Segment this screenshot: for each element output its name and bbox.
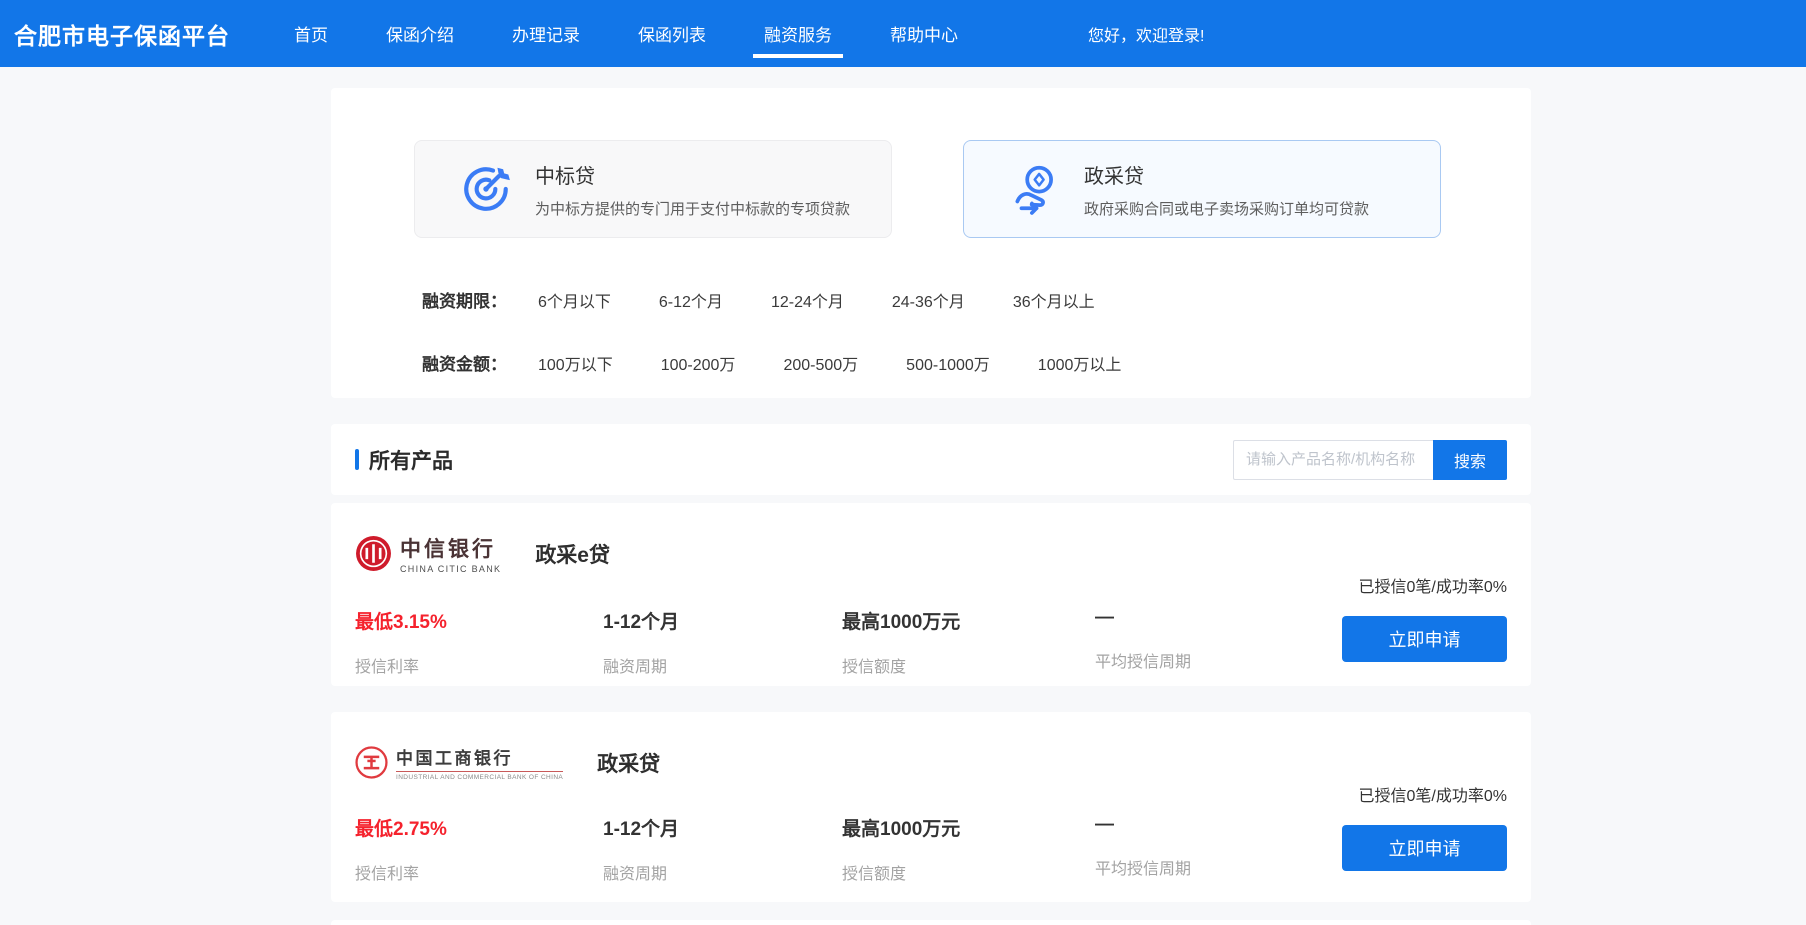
nav-item-home[interactable]: 首页 bbox=[294, 0, 328, 67]
bank-row: 中信银行 CHINA CITIC BANK 政采e贷 bbox=[355, 533, 1531, 574]
stat-term-label: 融资周期 bbox=[603, 653, 842, 677]
main-content: 中标贷 为中标方提供的专门用于支付中标款的专项贷款 政采贷 政府采购合同或电子卖… bbox=[331, 88, 1531, 925]
filter-amount-over-1000w[interactable]: 1000万以上 bbox=[1038, 351, 1122, 375]
search-input[interactable] bbox=[1233, 440, 1433, 480]
nav-item-help-center[interactable]: 帮助中心 bbox=[890, 0, 958, 67]
bank-name: 中信银行 bbox=[400, 533, 501, 563]
loan-type-filter-panel: 中标贷 为中标方提供的专门用于支付中标款的专项贷款 政采贷 政府采购合同或电子卖… bbox=[331, 88, 1531, 398]
stat-rate-label: 授信利率 bbox=[355, 860, 603, 884]
loan-type-title: 中标贷 bbox=[535, 160, 850, 189]
loan-type-text: 中标贷 为中标方提供的专门用于支付中标款的专项贷款 bbox=[535, 160, 850, 219]
bank-name: 中国工商银行 bbox=[396, 744, 563, 772]
bank-row: 中国工商银行 INDUSTRIAL AND COMMERCIAL BANK OF… bbox=[355, 744, 1531, 781]
stat-limit-value: 最高1000万元 bbox=[842, 814, 1095, 841]
loan-type-card-zhongbiao[interactable]: 中标贷 为中标方提供的专门用于支付中标款的专项贷款 bbox=[414, 140, 892, 238]
filter-amount-under-100w[interactable]: 100万以下 bbox=[538, 351, 613, 375]
credit-info: 已授信0笔/成功率0% bbox=[1287, 782, 1507, 806]
filter-amount-200-500w[interactable]: 200-500万 bbox=[783, 351, 858, 375]
nav-item-guarantee-intro[interactable]: 保函介绍 bbox=[386, 0, 454, 67]
filter-term-6-12m[interactable]: 6-12个月 bbox=[659, 288, 723, 312]
filter-label-amount: 融资金额： bbox=[422, 350, 507, 375]
main-nav: 首页 保函介绍 办理记录 保函列表 融资服务 帮助中心 bbox=[294, 0, 1016, 67]
accent-bar bbox=[355, 449, 359, 470]
stat-term-label: 融资周期 bbox=[603, 860, 842, 884]
brand-title: 合肥市电子保函平台 bbox=[14, 17, 230, 51]
filter-row-term: 融资期限： 6个月以下 6-12个月 12-24个月 24-36个月 36个月以… bbox=[422, 287, 1531, 312]
stat-rate: 最低2.75% 授信利率 bbox=[355, 814, 603, 884]
loan-type-card-zhengcai[interactable]: 政采贷 政府采购合同或电子卖场采购订单均可贷款 bbox=[963, 140, 1441, 238]
hand-coin-icon bbox=[1008, 162, 1062, 216]
bank-name-en: CHINA CITIC BANK bbox=[400, 564, 501, 574]
stat-term: 1-12个月 融资周期 bbox=[603, 814, 842, 884]
bank-text: 中信银行 CHINA CITIC BANK bbox=[400, 533, 501, 574]
stat-limit-label: 授信额度 bbox=[842, 860, 1095, 884]
stat-term: 1-12个月 融资周期 bbox=[603, 607, 842, 677]
stat-rate-value: 最低2.75% bbox=[355, 814, 603, 841]
apply-now-button[interactable]: 立即申请 bbox=[1342, 825, 1507, 871]
stat-limit-value: 最高1000万元 bbox=[842, 607, 1095, 634]
bank-name-en: INDUSTRIAL AND COMMERCIAL BANK OF CHINA bbox=[396, 774, 563, 781]
loan-type-cards: 中标贷 为中标方提供的专门用于支付中标款的专项贷款 政采贷 政府采购合同或电子卖… bbox=[414, 140, 1531, 238]
products-header-panel: 所有产品 搜索 bbox=[331, 424, 1531, 495]
stat-term-value: 1-12个月 bbox=[603, 607, 842, 634]
target-dart-icon bbox=[459, 162, 513, 216]
card-right-block: 已授信0笔/成功率0% 立即申请 bbox=[1287, 573, 1507, 662]
products-title: 所有产品 bbox=[369, 445, 453, 475]
loan-type-desc: 为中标方提供的专门用于支付中标款的专项贷款 bbox=[535, 198, 850, 219]
product-card-citic: 中信银行 CHINA CITIC BANK 政采e贷 最低3.15% 授信利率 … bbox=[331, 503, 1531, 686]
loan-type-title: 政采贷 bbox=[1084, 160, 1369, 189]
filter-term-24-36m[interactable]: 24-36个月 bbox=[892, 288, 965, 312]
stat-rate-label: 授信利率 bbox=[355, 653, 603, 677]
filter-row-amount: 融资金额： 100万以下 100-200万 200-500万 500-1000万… bbox=[422, 350, 1531, 375]
citic-bank-logo: 中信银行 CHINA CITIC BANK bbox=[355, 533, 501, 574]
stat-limit-label: 授信额度 bbox=[842, 653, 1095, 677]
product-card-icbc: 中国工商银行 INDUSTRIAL AND COMMERCIAL BANK OF… bbox=[331, 712, 1531, 902]
product-name: 政采e贷 bbox=[535, 539, 610, 569]
top-nav-bar: 合肥市电子保函平台 首页 保函介绍 办理记录 保函列表 融资服务 帮助中心 您好… bbox=[0, 0, 1806, 67]
stat-rate: 最低3.15% 授信利率 bbox=[355, 607, 603, 677]
filter-term-under-6m[interactable]: 6个月以下 bbox=[538, 288, 611, 312]
card-right-block: 已授信0笔/成功率0% 立即申请 bbox=[1287, 782, 1507, 871]
credit-info: 已授信0笔/成功率0% bbox=[1287, 573, 1507, 597]
filter-term-over-36m[interactable]: 36个月以上 bbox=[1013, 288, 1095, 312]
stat-limit: 最高1000万元 授信额度 bbox=[842, 814, 1095, 884]
product-name: 政采贷 bbox=[597, 748, 660, 778]
filter-amount-500-1000w[interactable]: 500-1000万 bbox=[906, 351, 990, 375]
filter-term-12-24m[interactable]: 12-24个月 bbox=[771, 288, 844, 312]
stat-limit: 最高1000万元 授信额度 bbox=[842, 607, 1095, 677]
apply-now-button[interactable]: 立即申请 bbox=[1342, 616, 1507, 662]
loan-type-text: 政采贷 政府采购合同或电子卖场采购订单均可贷款 bbox=[1084, 160, 1369, 219]
bank-text: 中国工商银行 INDUSTRIAL AND COMMERCIAL BANK OF… bbox=[396, 744, 563, 781]
loan-type-desc: 政府采购合同或电子卖场采购订单均可贷款 bbox=[1084, 198, 1369, 219]
filter-amount-100-200w[interactable]: 100-200万 bbox=[661, 351, 736, 375]
nav-item-guarantee-list[interactable]: 保函列表 bbox=[638, 0, 706, 67]
nav-item-records[interactable]: 办理记录 bbox=[512, 0, 580, 67]
next-product-card-partial bbox=[331, 920, 1531, 925]
stat-term-value: 1-12个月 bbox=[603, 814, 842, 841]
login-greeting-link[interactable]: 您好，欢迎登录! bbox=[1088, 22, 1204, 46]
search-button[interactable]: 搜索 bbox=[1433, 440, 1507, 480]
stat-rate-value: 最低3.15% bbox=[355, 607, 603, 634]
filter-label-term: 融资期限： bbox=[422, 287, 507, 312]
icbc-bank-logo: 中国工商银行 INDUSTRIAL AND COMMERCIAL BANK OF… bbox=[355, 744, 563, 781]
product-search: 搜索 bbox=[1233, 440, 1507, 480]
nav-item-financing-services[interactable]: 融资服务 bbox=[764, 0, 832, 67]
